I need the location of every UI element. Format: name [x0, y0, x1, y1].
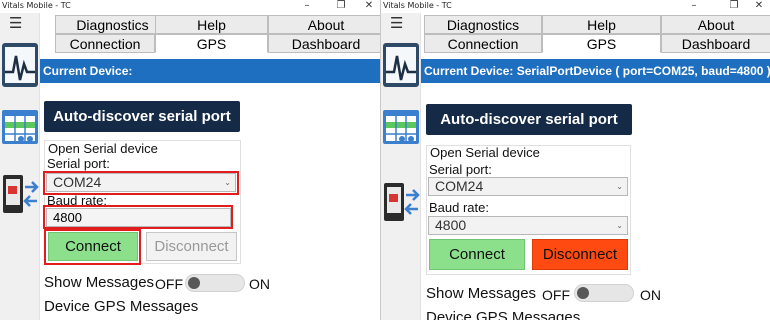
toggle-off-label: OFF — [155, 276, 183, 292]
toggle-on-label: ON — [640, 287, 661, 303]
current-device-bar: Current Device: — [40, 59, 380, 83]
sidebar: ☰ — [0, 13, 40, 320]
device-transfer-icon[interactable] — [382, 179, 420, 225]
vitals-monitor-icon[interactable] — [382, 42, 420, 88]
open-serial-heading: Open Serial device — [430, 145, 540, 160]
app-window-right: Vitals Mobile - TC – ❐ ✕ ☰ Diagnostics H… — [381, 0, 770, 320]
window-title: Vitals Mobile - TC — [2, 1, 71, 10]
current-device-bar: Current Device: SerialPortDevice ( port=… — [421, 59, 770, 83]
vitals-monitor-icon[interactable] — [1, 42, 39, 88]
window-title: Vitals Mobile - TC — [383, 1, 452, 10]
baud-rate-label: Baud rate: — [429, 200, 489, 215]
restore-button[interactable]: ❐ — [328, 0, 354, 13]
serial-port-value: COM24 — [53, 174, 102, 190]
baud-rate-field[interactable]: 4800 — [46, 208, 231, 227]
tab-strip: Diagnostics Help About Connection GPS Da… — [421, 13, 770, 55]
serial-port-dropdown[interactable]: COM24 ⌄ — [46, 173, 236, 192]
tab-connection[interactable]: Connection — [55, 34, 155, 53]
title-bar: Vitals Mobile - TC – ❐ ✕ — [0, 0, 380, 13]
toggle-knob — [188, 277, 200, 289]
tab-dashboard[interactable]: Dashboard — [268, 34, 380, 53]
title-bar: Vitals Mobile - TC – ❐ ✕ — [381, 0, 770, 13]
serial-port-dropdown[interactable]: COM24 ⌄ — [428, 177, 628, 196]
tab-gps[interactable]: GPS — [155, 34, 268, 53]
tab-connection[interactable]: Connection — [424, 34, 542, 53]
show-messages-label: Show Messages — [426, 285, 537, 302]
minimize-button[interactable]: – — [681, 0, 707, 13]
auto-discover-button[interactable]: Auto-discover serial port — [44, 101, 240, 132]
tab-about[interactable]: About — [661, 15, 770, 34]
auto-discover-button[interactable]: Auto-discover serial port — [426, 104, 632, 135]
minimize-button[interactable]: – — [294, 0, 320, 13]
close-button[interactable]: ✕ — [356, 0, 380, 13]
close-button[interactable]: ✕ — [746, 0, 770, 13]
baud-rate-value: 4800 — [435, 217, 467, 233]
sidebar: ☰ — [381, 13, 421, 320]
toggle-on-label: ON — [249, 276, 270, 292]
serial-port-value: COM24 — [435, 178, 484, 194]
tab-gps[interactable]: GPS — [542, 34, 661, 53]
connect-button[interactable]: Connect — [48, 232, 138, 261]
serial-port-label: Serial port: — [47, 156, 110, 171]
app-window-left: Vitals Mobile - TC – ❐ ✕ ☰ Diagnostics H… — [0, 0, 380, 320]
show-messages-toggle[interactable] — [574, 284, 634, 302]
toggle-off-label: OFF — [542, 287, 570, 303]
tab-dashboard[interactable]: Dashboard — [661, 34, 770, 53]
baud-rate-dropdown[interactable]: 4800 ⌄ — [428, 216, 628, 235]
hamburger-menu-icon[interactable]: ☰ — [9, 16, 22, 31]
tab-strip: Diagnostics Help About Connection GPS Da… — [40, 13, 380, 55]
baud-rate-label: Baud rate: — [47, 193, 107, 208]
tab-diagnostics[interactable]: Diagnostics — [424, 15, 542, 34]
serial-port-label: Serial port: — [429, 162, 492, 177]
disconnect-button[interactable]: Disconnect — [146, 232, 237, 261]
gps-messages-heading: Device GPS Messages — [426, 309, 581, 320]
gps-messages-heading: Device GPS Messages — [44, 298, 199, 315]
open-serial-heading: Open Serial device — [48, 141, 158, 156]
toggle-knob — [577, 287, 589, 299]
restore-button[interactable]: ❐ — [721, 0, 747, 13]
tab-diagnostics[interactable]: Diagnostics — [55, 15, 170, 34]
tab-help[interactable]: Help — [542, 15, 661, 34]
disconnect-button[interactable]: Disconnect — [532, 239, 628, 270]
show-messages-label: Show Messages — [44, 274, 155, 291]
device-transfer-icon[interactable] — [1, 171, 39, 217]
connection-grid-icon[interactable] — [382, 106, 420, 152]
connection-grid-icon[interactable] — [1, 106, 39, 152]
tab-about[interactable]: About — [268, 15, 380, 34]
chevron-down-icon: ⌄ — [616, 221, 623, 230]
chevron-down-icon: ⌄ — [616, 182, 623, 191]
tab-help[interactable]: Help — [155, 15, 268, 34]
show-messages-toggle[interactable] — [185, 274, 245, 292]
chevron-down-icon: ⌄ — [224, 178, 231, 187]
hamburger-menu-icon[interactable]: ☰ — [390, 16, 403, 31]
connect-button[interactable]: Connect — [429, 239, 525, 270]
